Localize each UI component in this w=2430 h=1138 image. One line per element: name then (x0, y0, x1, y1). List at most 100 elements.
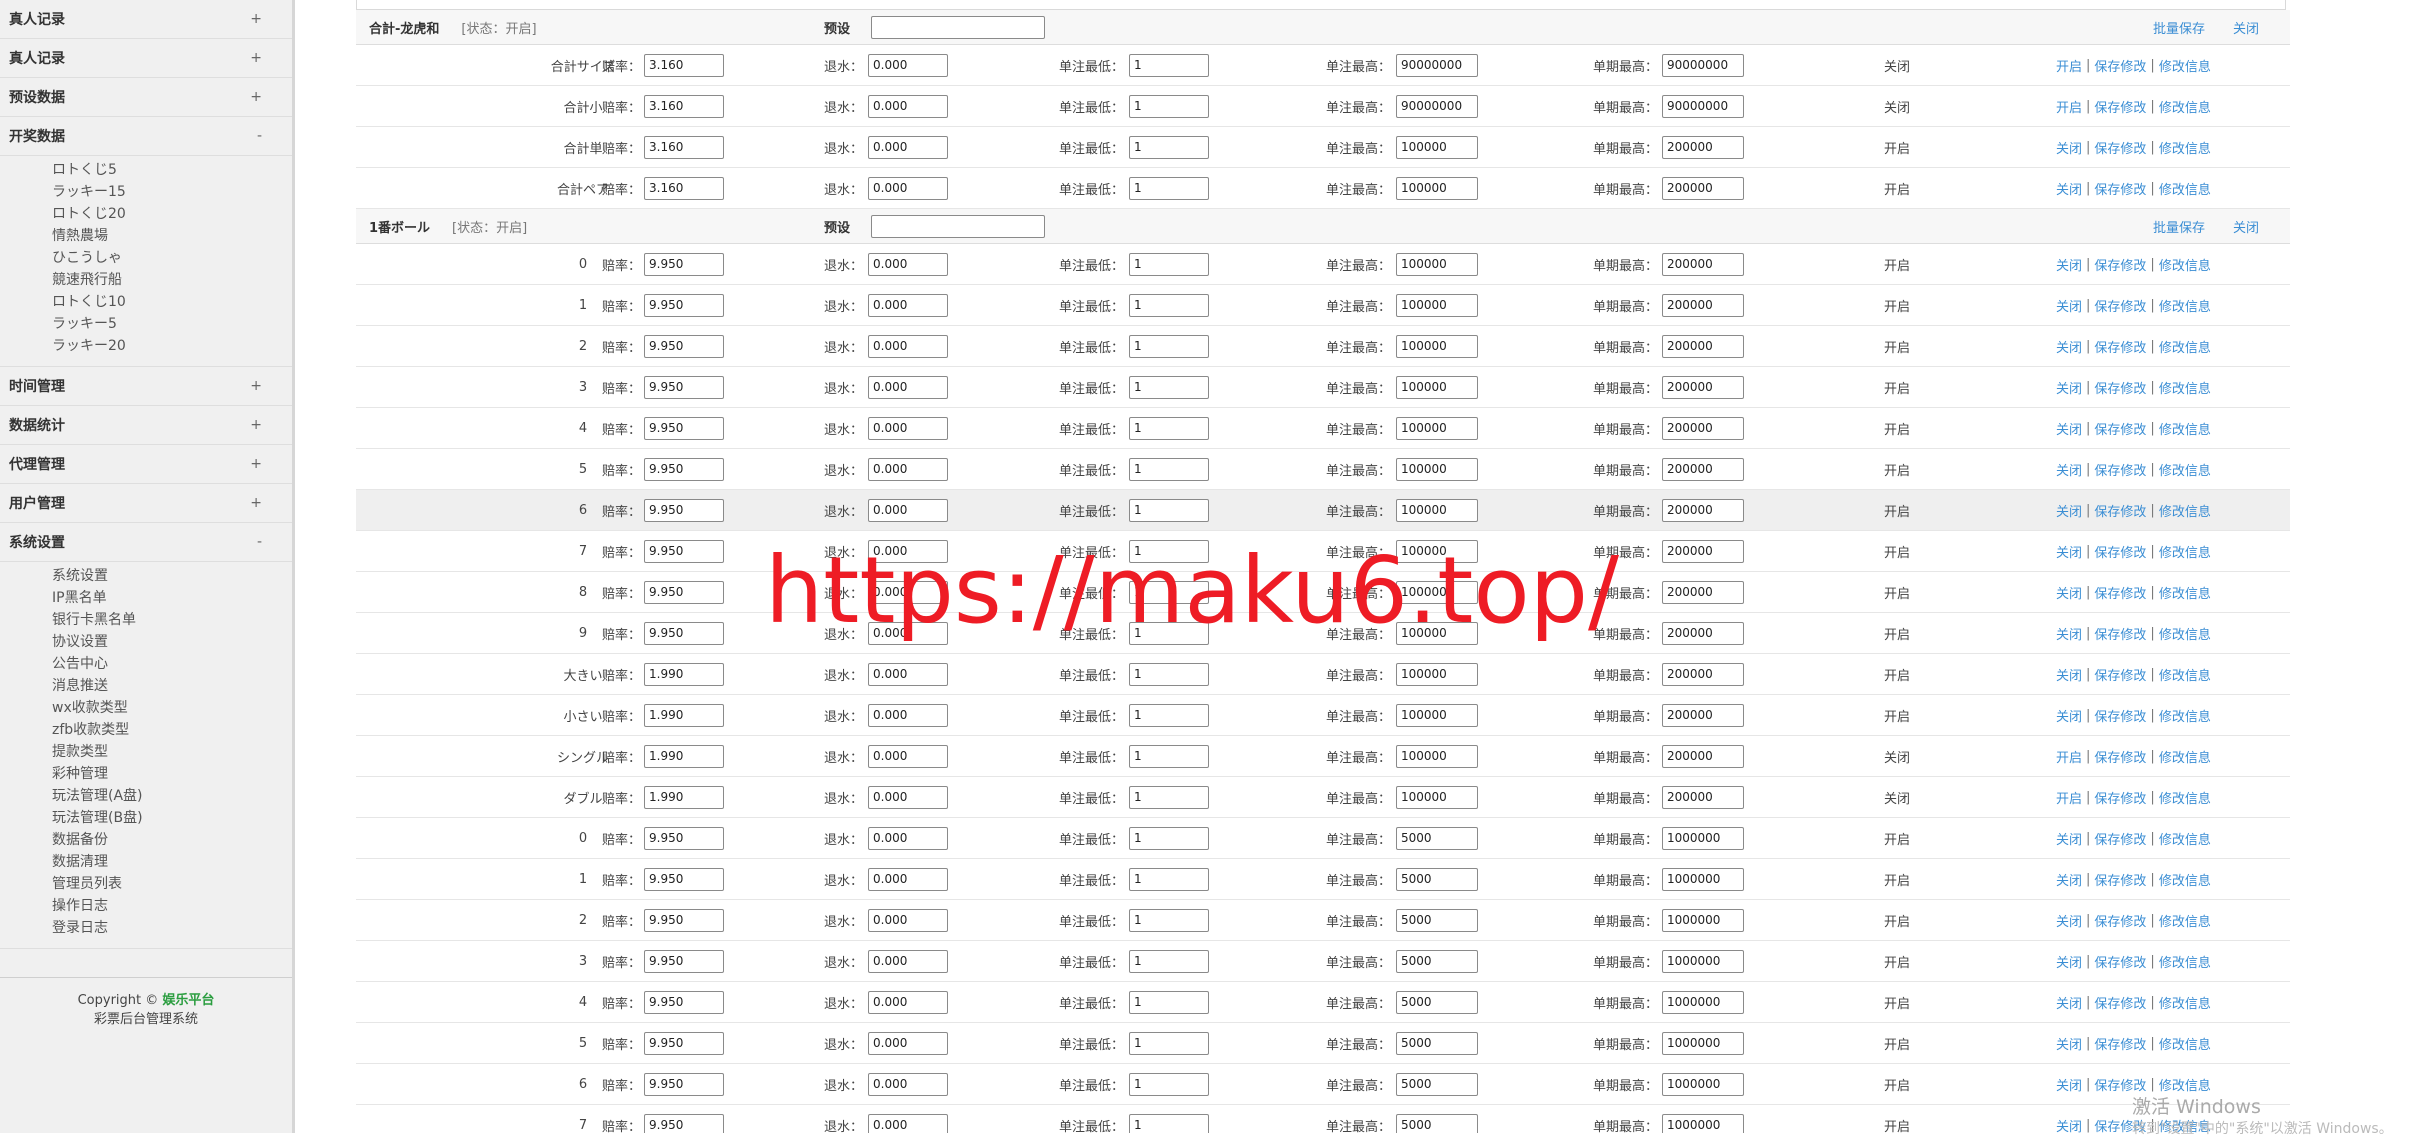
edit-info-link[interactable]: 修改信息 (2159, 179, 2211, 198)
max-bet-input[interactable] (1396, 293, 1478, 317)
min-bet-input[interactable] (1129, 621, 1209, 645)
sidebar-item[interactable]: 管理员列表 (0, 873, 292, 895)
min-bet-input[interactable] (1129, 457, 1209, 481)
expand-icon[interactable]: + (250, 11, 262, 27)
min-bet-input[interactable] (1129, 53, 1209, 77)
rebate-input[interactable] (868, 826, 948, 850)
period-max-input[interactable] (1662, 1072, 1744, 1096)
collapse-icon[interactable]: - (257, 534, 262, 550)
expand-icon[interactable]: + (250, 456, 262, 472)
odds-input[interactable] (644, 176, 724, 200)
rebate-input[interactable] (868, 498, 948, 522)
close-section-button[interactable]: 关闭 (2233, 217, 2259, 236)
rebate-input[interactable] (868, 252, 948, 276)
save-edit-link[interactable]: 保存修改 (2094, 952, 2146, 971)
odds-input[interactable] (644, 1031, 724, 1055)
toggle-status-link[interactable]: 关闭 (2056, 179, 2082, 198)
rebate-input[interactable] (868, 176, 948, 200)
odds-input[interactable] (644, 662, 724, 686)
rebate-input[interactable] (868, 539, 948, 563)
edit-info-link[interactable]: 修改信息 (2159, 870, 2211, 889)
toggle-status-link[interactable]: 关闭 (2056, 542, 2082, 561)
edit-info-link[interactable]: 修改信息 (2159, 952, 2211, 971)
odds-input[interactable] (644, 949, 724, 973)
max-bet-input[interactable] (1396, 949, 1478, 973)
save-edit-link[interactable]: 保存修改 (2094, 501, 2146, 520)
edit-info-link[interactable]: 修改信息 (2159, 1034, 2211, 1053)
max-bet-input[interactable] (1396, 252, 1478, 276)
period-max-input[interactable] (1662, 135, 1744, 159)
min-bet-input[interactable] (1129, 334, 1209, 358)
max-bet-input[interactable] (1396, 867, 1478, 891)
max-bet-input[interactable] (1396, 457, 1478, 481)
min-bet-input[interactable] (1129, 539, 1209, 563)
period-max-input[interactable] (1662, 176, 1744, 200)
min-bet-input[interactable] (1129, 744, 1209, 768)
odds-input[interactable] (644, 1072, 724, 1096)
max-bet-input[interactable] (1396, 498, 1478, 522)
sidebar-item[interactable]: 情熱農場 (0, 225, 292, 247)
rebate-input[interactable] (868, 580, 948, 604)
min-bet-input[interactable] (1129, 908, 1209, 932)
rebate-input[interactable] (868, 785, 948, 809)
sidebar-item[interactable]: zfb收款类型 (0, 719, 292, 741)
min-bet-input[interactable] (1129, 662, 1209, 686)
sidebar-item[interactable]: ひこうしゃ (0, 247, 292, 269)
min-bet-input[interactable] (1129, 949, 1209, 973)
max-bet-input[interactable] (1396, 908, 1478, 932)
batch-save-button[interactable]: 批量保存 (2153, 217, 2205, 236)
rebate-input[interactable] (868, 621, 948, 645)
sidebar-item[interactable]: 协议设置 (0, 631, 292, 653)
min-bet-input[interactable] (1129, 416, 1209, 440)
rebate-input[interactable] (868, 375, 948, 399)
odds-input[interactable] (644, 1113, 724, 1133)
min-bet-input[interactable] (1129, 703, 1209, 727)
min-bet-input[interactable] (1129, 94, 1209, 118)
edit-info-link[interactable]: 修改信息 (2159, 829, 2211, 848)
rebate-input[interactable] (868, 949, 948, 973)
edit-info-link[interactable]: 修改信息 (2159, 56, 2211, 75)
period-max-input[interactable] (1662, 580, 1744, 604)
odds-input[interactable] (644, 703, 724, 727)
edit-info-link[interactable]: 修改信息 (2159, 747, 2211, 766)
edit-info-link[interactable]: 修改信息 (2159, 542, 2211, 561)
rebate-input[interactable] (868, 744, 948, 768)
rebate-input[interactable] (868, 1113, 948, 1133)
min-bet-input[interactable] (1129, 1072, 1209, 1096)
odds-input[interactable] (644, 744, 724, 768)
odds-input[interactable] (644, 826, 724, 850)
sidebar-item[interactable]: 消息推送 (0, 675, 292, 697)
period-max-input[interactable] (1662, 908, 1744, 932)
sidebar-item[interactable]: IP黑名单 (0, 587, 292, 609)
edit-info-link[interactable]: 修改信息 (2159, 911, 2211, 930)
save-edit-link[interactable]: 保存修改 (2094, 138, 2146, 157)
rebate-input[interactable] (868, 1031, 948, 1055)
min-bet-input[interactable] (1129, 990, 1209, 1014)
odds-input[interactable] (644, 908, 724, 932)
save-edit-link[interactable]: 保存修改 (2094, 624, 2146, 643)
sidebar-group-header[interactable]: 预设数据 + (0, 78, 292, 117)
rebate-input[interactable] (868, 293, 948, 317)
odds-input[interactable] (644, 135, 724, 159)
edit-info-link[interactable]: 修改信息 (2159, 296, 2211, 315)
toggle-status-link[interactable]: 关闭 (2056, 1075, 2082, 1094)
min-bet-input[interactable] (1129, 1113, 1209, 1133)
batch-save-button[interactable]: 批量保存 (2153, 18, 2205, 37)
sidebar-item[interactable]: 彩种管理 (0, 763, 292, 785)
toggle-status-link[interactable]: 开启 (2056, 97, 2082, 116)
period-max-input[interactable] (1662, 498, 1744, 522)
odds-input[interactable] (644, 621, 724, 645)
toggle-status-link[interactable]: 关闭 (2056, 419, 2082, 438)
toggle-status-link[interactable]: 开启 (2056, 788, 2082, 807)
toggle-status-link[interactable]: 关闭 (2056, 706, 2082, 725)
period-max-input[interactable] (1662, 744, 1744, 768)
period-max-input[interactable] (1662, 1031, 1744, 1055)
save-edit-link[interactable]: 保存修改 (2094, 829, 2146, 848)
toggle-status-link[interactable]: 关闭 (2056, 870, 2082, 889)
rebate-input[interactable] (868, 703, 948, 727)
period-max-input[interactable] (1662, 334, 1744, 358)
max-bet-input[interactable] (1396, 334, 1478, 358)
min-bet-input[interactable] (1129, 135, 1209, 159)
sidebar-group-header[interactable]: 代理管理 + (0, 445, 292, 484)
max-bet-input[interactable] (1396, 990, 1478, 1014)
